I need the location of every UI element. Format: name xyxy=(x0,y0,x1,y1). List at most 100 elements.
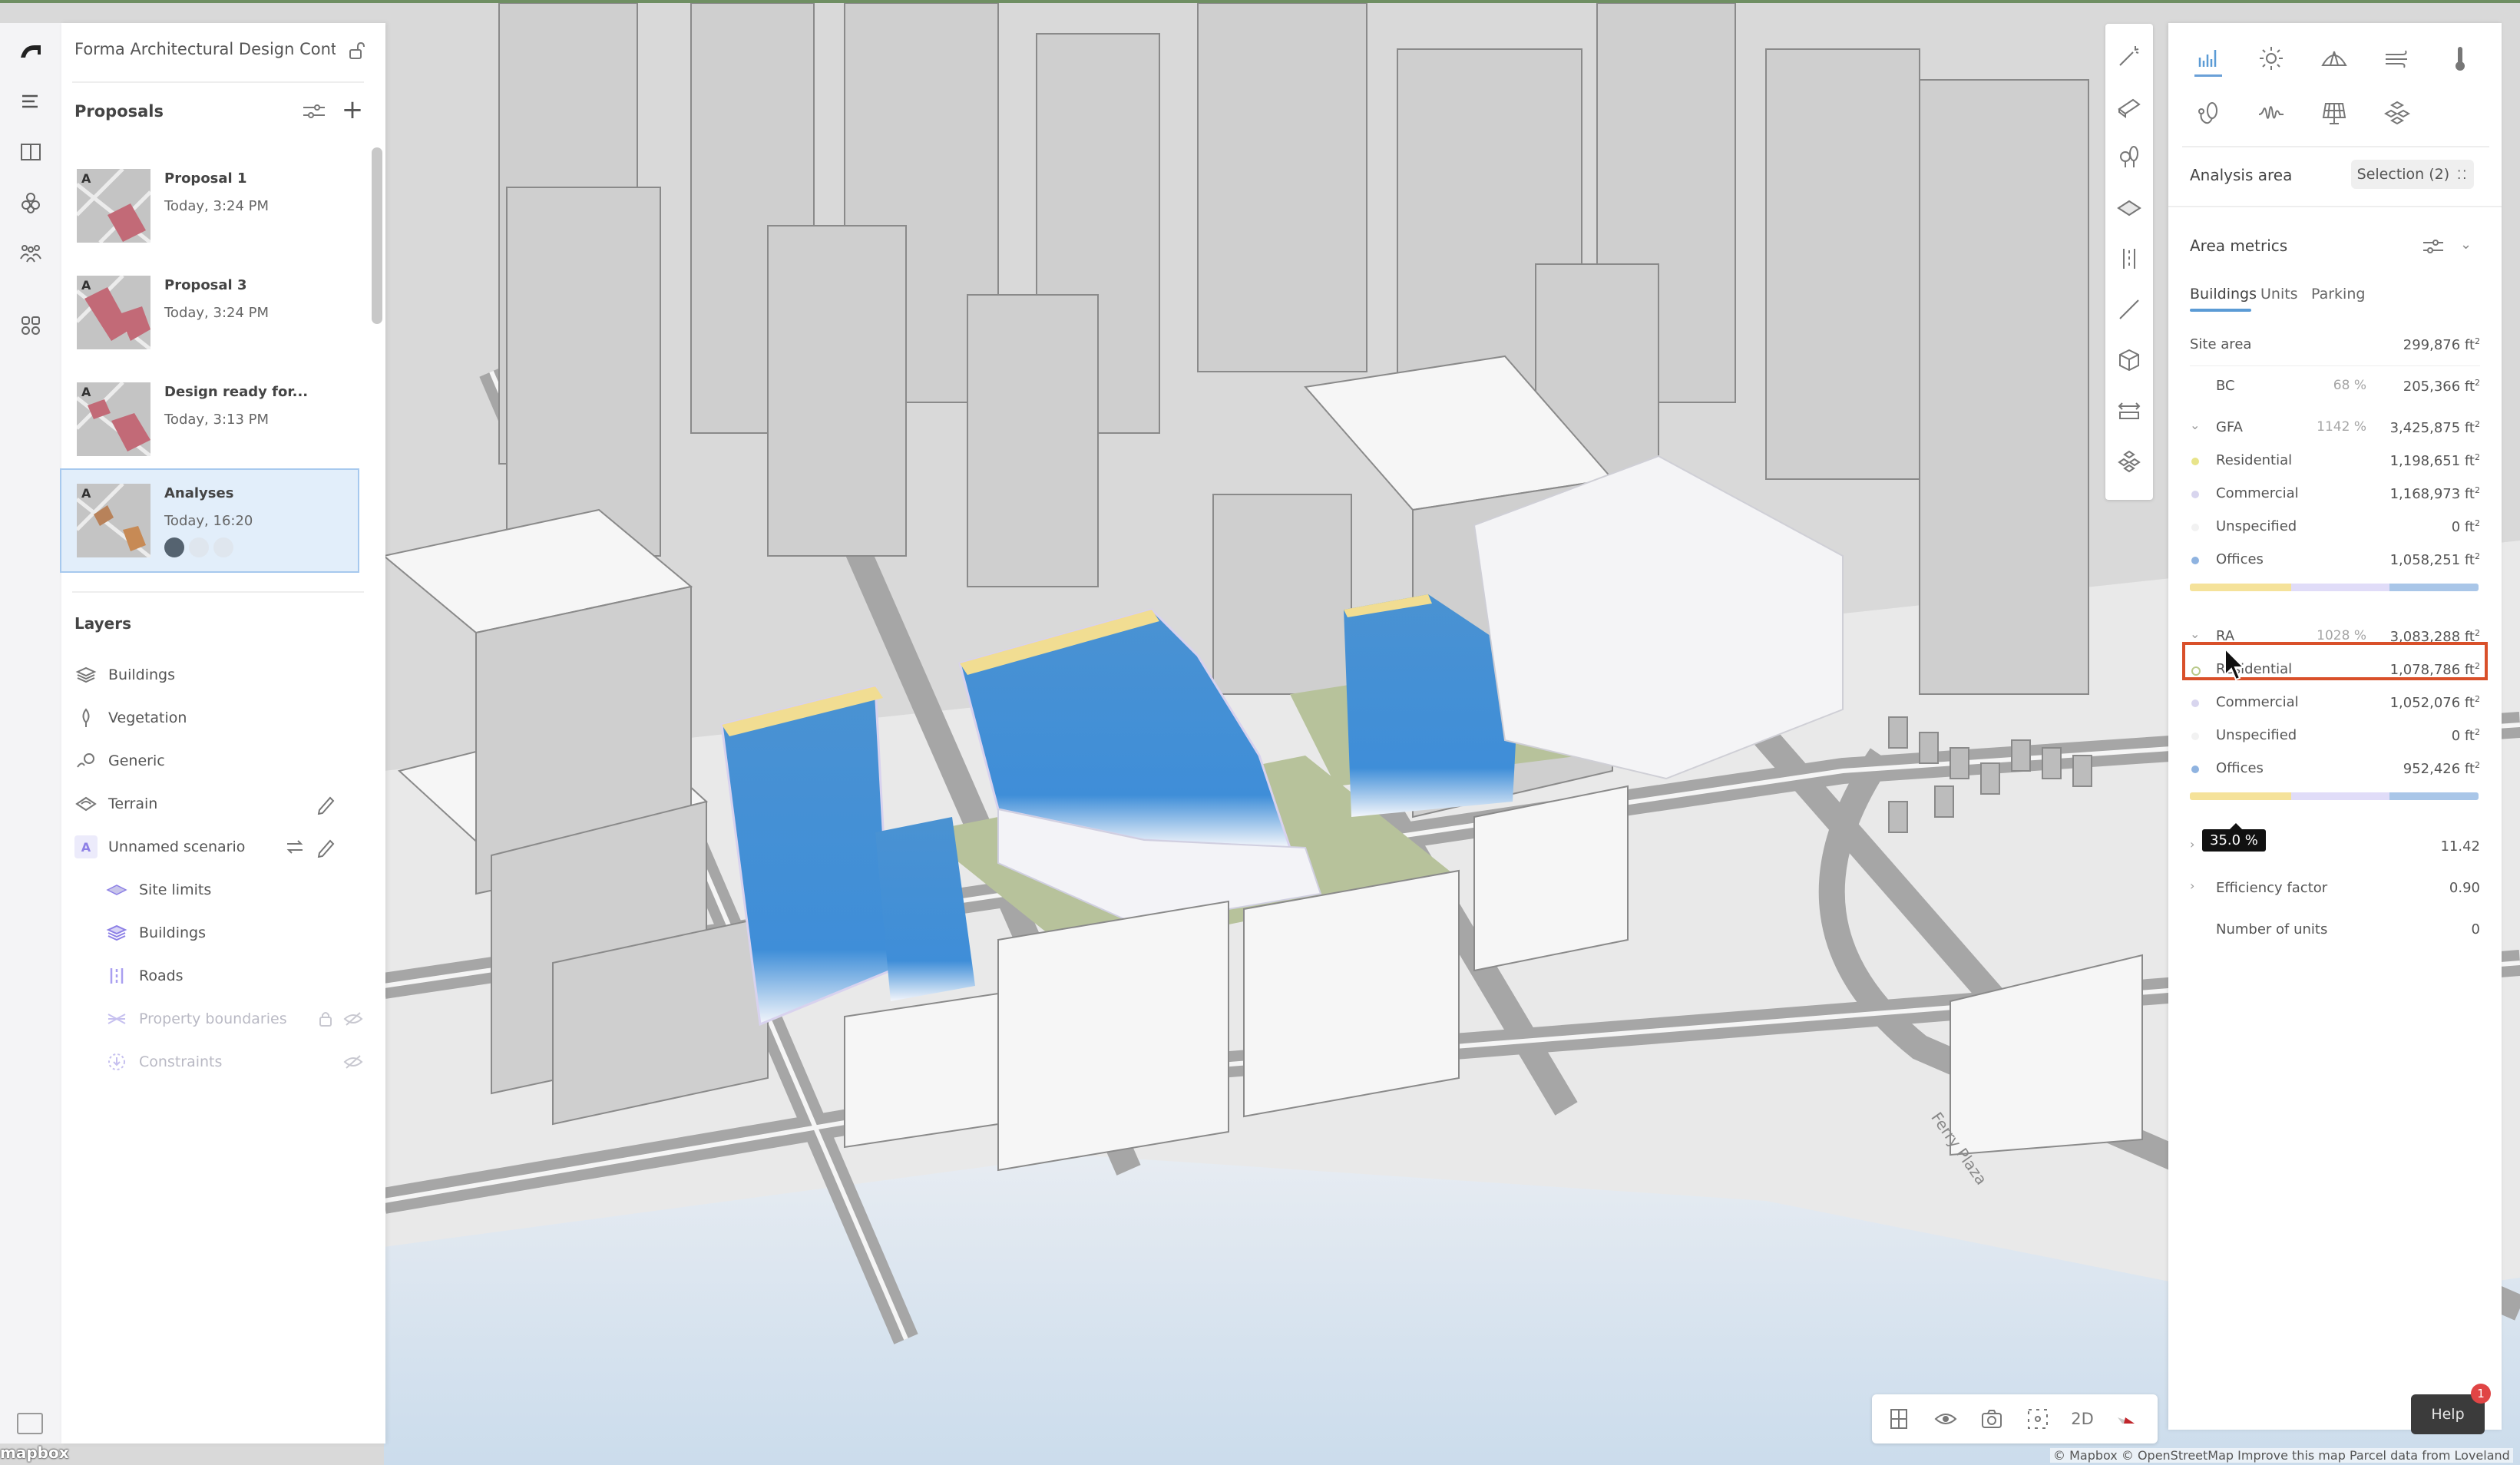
property-boundaries-icon xyxy=(105,1007,128,1030)
book-icon[interactable] xyxy=(14,135,48,169)
floor-plan-icon[interactable] xyxy=(1886,1405,1913,1433)
compass-icon[interactable] xyxy=(2112,1405,2139,1433)
layer-terrain[interactable]: Terrain xyxy=(74,789,157,819)
proposal-item[interactable]: A Proposal 1 Today, 3:24 PM xyxy=(61,155,358,256)
ra-row-commercial[interactable]: Commercial 1,052,076 ft2 xyxy=(2190,690,2480,716)
apps-icon[interactable] xyxy=(14,309,48,342)
focus-icon[interactable] xyxy=(2024,1405,2052,1433)
stack-icon[interactable] xyxy=(2114,446,2145,477)
solar-panel-icon[interactable] xyxy=(2317,97,2351,131)
thermometer-icon[interactable] xyxy=(2443,41,2477,75)
cubes-icon[interactable] xyxy=(14,186,48,220)
wind-icon[interactable] xyxy=(2380,41,2414,75)
gfa-row-residential[interactable]: Residential 1,198,651 ft2 xyxy=(2190,448,2480,474)
filter-icon[interactable] xyxy=(302,101,326,121)
line-icon[interactable] xyxy=(2114,294,2145,325)
proposals-scrollbar[interactable] xyxy=(372,147,382,324)
chevron-down-icon[interactable]: ⌄ xyxy=(2190,418,2200,432)
chevron-right-icon[interactable]: › xyxy=(2190,837,2194,852)
menu-icon[interactable] xyxy=(14,84,48,118)
trees-icon[interactable] xyxy=(2114,142,2145,173)
gfa-row-unspecified[interactable]: Unspecified 0 ft2 xyxy=(2190,514,2480,540)
buildings-icon xyxy=(105,921,128,944)
tab-buildings[interactable]: Buildings xyxy=(2190,286,2257,303)
metric-number-of-units: Number of units 0 xyxy=(2190,917,2480,943)
project-title[interactable]: Forma Architectural Design Conte... xyxy=(74,40,336,58)
chevron-right-icon[interactable]: › xyxy=(2190,878,2194,893)
proposal-item[interactable]: A Proposal 3 Today, 3:24 PM xyxy=(61,262,358,363)
layer-constraints[interactable]: Constraints xyxy=(105,1047,222,1077)
sustainability-icon[interactable] xyxy=(2191,97,2225,131)
divider xyxy=(2182,146,2489,147)
bar-segment-offices[interactable] xyxy=(2389,792,2479,800)
swap-icon[interactable] xyxy=(284,836,306,858)
ra-distribution-bar[interactable] xyxy=(2190,792,2479,800)
magic-wand-icon[interactable] xyxy=(2114,41,2145,71)
site-icon[interactable] xyxy=(2114,193,2145,223)
unlock-icon[interactable] xyxy=(346,40,367,61)
forma-logo-icon[interactable] xyxy=(14,34,48,68)
keyboard-icon[interactable] xyxy=(17,1413,43,1434)
layer-scenario-buildings[interactable]: Buildings xyxy=(105,918,206,948)
metric-value: 1,168,973 ft2 xyxy=(2389,485,2480,502)
sky-dome-icon[interactable] xyxy=(2317,41,2351,75)
proposal-thumbnail: A xyxy=(77,484,150,557)
add-proposal-button[interactable]: + xyxy=(341,97,364,123)
map-attribution[interactable]: © Mapbox © OpenStreetMap Improve this ma… xyxy=(2050,1448,2513,1463)
layer-vegetation[interactable]: Vegetation xyxy=(74,703,187,733)
resize-icon[interactable] xyxy=(2114,395,2145,426)
layer-label: Roads xyxy=(139,967,184,984)
metric-label: Number of units xyxy=(2216,921,2328,938)
noise-icon[interactable] xyxy=(2254,97,2288,131)
edit-terrain-icon[interactable] xyxy=(315,793,336,815)
ra-row-unspecified[interactable]: Unspecified 0 ft2 xyxy=(2190,723,2480,749)
chevron-down-icon[interactable]: ⌄ xyxy=(2190,627,2200,641)
divider xyxy=(2190,365,2480,366)
hidden-eye-icon[interactable] xyxy=(342,1051,364,1073)
camera-icon[interactable] xyxy=(1978,1405,2006,1433)
chevron-down-icon[interactable]: ⌄ xyxy=(2460,236,2475,253)
edit-scenario-icon[interactable] xyxy=(315,836,336,858)
gfa-row-offices[interactable]: Offices 1,058,251 ft2 xyxy=(2190,547,2480,573)
proposal-thumbnail: A xyxy=(77,382,150,456)
gfa-distribution-bar[interactable] xyxy=(2190,584,2479,591)
gfa-row-commercial[interactable]: Commercial 1,168,973 ft2 xyxy=(2190,481,2480,507)
ra-row-offices[interactable]: Offices 952,426 ft2 xyxy=(2190,756,2480,782)
analysis-area-selection-button[interactable]: Selection (2) ⁚⁚ xyxy=(2351,160,2474,189)
metric-gfa[interactable]: ⌄ GFA 1142 % 3,425,875 ft2 xyxy=(2190,415,2480,441)
layer-roads[interactable]: Roads xyxy=(105,961,184,991)
mapbox-logo[interactable]: mapbox xyxy=(0,1444,69,1462)
bar-segment-commercial[interactable] xyxy=(2290,584,2389,591)
layer-property-boundaries[interactable]: Property boundaries xyxy=(105,1004,287,1034)
bar-segment-residential[interactable] xyxy=(2190,584,2291,591)
bar-segment-residential[interactable] xyxy=(2190,792,2291,800)
proposals-title: Proposals xyxy=(74,102,164,121)
eye-icon[interactable] xyxy=(1932,1405,1959,1433)
layer-generic[interactable]: Generic xyxy=(74,746,165,776)
layer-site-limits[interactable]: Site limits xyxy=(105,875,211,905)
color-dot xyxy=(2191,557,2199,564)
filter-icon[interactable] xyxy=(2422,236,2445,256)
bar-chart-icon[interactable] xyxy=(2191,41,2225,77)
volume-icon[interactable] xyxy=(2380,97,2414,131)
layer-label: Constraints xyxy=(139,1053,223,1070)
proposal-item-selected[interactable]: A Analyses Today, 16:20 xyxy=(60,468,359,573)
metric-efficiency-factor[interactable]: › Efficiency factor 0.90 xyxy=(2190,875,2480,901)
tab-parking[interactable]: Parking xyxy=(2311,286,2365,303)
cube-icon[interactable] xyxy=(2114,345,2145,375)
lock-icon[interactable] xyxy=(315,1008,336,1030)
tab-units[interactable]: Units xyxy=(2260,286,2298,303)
bar-segment-offices[interactable] xyxy=(2389,584,2479,591)
constraints-icon xyxy=(105,1050,128,1073)
people-icon[interactable] xyxy=(14,236,48,270)
hidden-eye-icon[interactable] xyxy=(342,1008,364,1030)
2d-toggle-button[interactable]: 2D xyxy=(2069,1405,2096,1433)
building-block-icon[interactable] xyxy=(2114,91,2145,122)
layer-scenario[interactable]: A Unnamed scenario xyxy=(74,832,245,862)
road-icon[interactable] xyxy=(2114,243,2145,274)
proposal-item[interactable]: A Design ready for... Today, 3:13 PM xyxy=(61,369,358,470)
bar-segment-commercial[interactable] xyxy=(2290,792,2389,800)
sun-icon[interactable] xyxy=(2254,41,2288,75)
layer-buildings[interactable]: Buildings xyxy=(74,660,175,690)
site-limits-icon xyxy=(105,878,128,901)
